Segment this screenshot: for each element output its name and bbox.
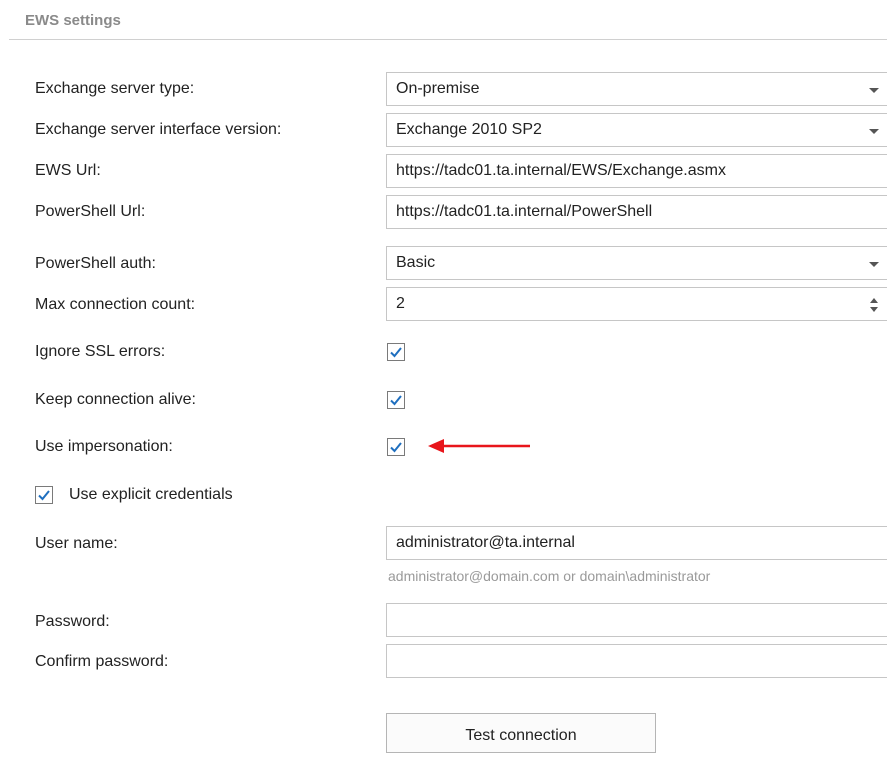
- use-impersonation-checkbox[interactable]: [387, 438, 405, 456]
- interface-version-value: Exchange 2010 SP2: [396, 121, 542, 138]
- red-arrow-icon: [428, 439, 530, 453]
- password-input[interactable]: [386, 603, 887, 637]
- max-connection-count-label: Max connection count:: [35, 296, 196, 313]
- powershell-url-label: PowerShell Url:: [35, 203, 146, 220]
- ignore-ssl-errors-checkbox[interactable]: [387, 343, 405, 361]
- ews-url-input[interactable]: https://tadc01.ta.internal/EWS/Exchange.…: [386, 154, 887, 188]
- chevron-down-icon[interactable]: [869, 129, 879, 134]
- server-type-dropdown[interactable]: On-premise: [386, 72, 887, 106]
- check-icon: [390, 347, 402, 358]
- powershell-url-value: https://tadc01.ta.internal/PowerShell: [396, 203, 653, 220]
- powershell-auth-label: PowerShell auth:: [35, 255, 156, 272]
- keep-connection-alive-label: Keep connection alive:: [35, 391, 196, 408]
- spin-down-icon[interactable]: [870, 307, 878, 312]
- check-icon: [390, 442, 402, 453]
- check-icon: [38, 490, 50, 501]
- ignore-ssl-errors-label: Ignore SSL errors:: [35, 343, 166, 360]
- ews-url-value: https://tadc01.ta.internal/EWS/Exchange.…: [396, 162, 726, 179]
- powershell-url-input[interactable]: https://tadc01.ta.internal/PowerShell: [386, 195, 887, 229]
- user-name-label: User name:: [35, 535, 118, 552]
- confirm-password-label: Confirm password:: [35, 653, 169, 670]
- keep-connection-alive-checkbox[interactable]: [387, 391, 405, 409]
- spin-up-icon[interactable]: [870, 298, 878, 303]
- max-connection-count-stepper[interactable]: 2: [386, 287, 887, 321]
- user-name-value: administrator@ta.internal: [396, 534, 575, 551]
- use-explicit-credentials-label[interactable]: Use explicit credentials: [69, 486, 233, 504]
- chevron-down-icon[interactable]: [869, 88, 879, 93]
- server-type-value: On-premise: [396, 80, 480, 97]
- use-explicit-credentials-checkbox[interactable]: [35, 486, 53, 504]
- interface-version-dropdown[interactable]: Exchange 2010 SP2: [386, 113, 887, 147]
- use-impersonation-label: Use impersonation:: [35, 438, 173, 455]
- check-icon: [390, 395, 402, 406]
- interface-version-label: Exchange server interface version:: [35, 121, 282, 138]
- server-type-label: Exchange server type:: [35, 80, 195, 97]
- password-label: Password:: [35, 613, 110, 630]
- user-name-input[interactable]: administrator@ta.internal: [386, 526, 887, 560]
- confirm-password-input[interactable]: [386, 644, 887, 678]
- user-name-hint: administrator@domain.com or domain\admin…: [388, 568, 711, 584]
- powershell-auth-dropdown[interactable]: Basic: [386, 246, 887, 280]
- test-connection-button[interactable]: Test connection: [386, 713, 656, 753]
- section-title: EWS settings: [25, 12, 121, 29]
- powershell-auth-value: Basic: [396, 254, 436, 271]
- section-divider: [9, 39, 887, 40]
- chevron-down-icon[interactable]: [869, 262, 879, 267]
- ews-url-label: EWS Url:: [35, 162, 101, 179]
- max-connection-count-value: 2: [396, 295, 405, 312]
